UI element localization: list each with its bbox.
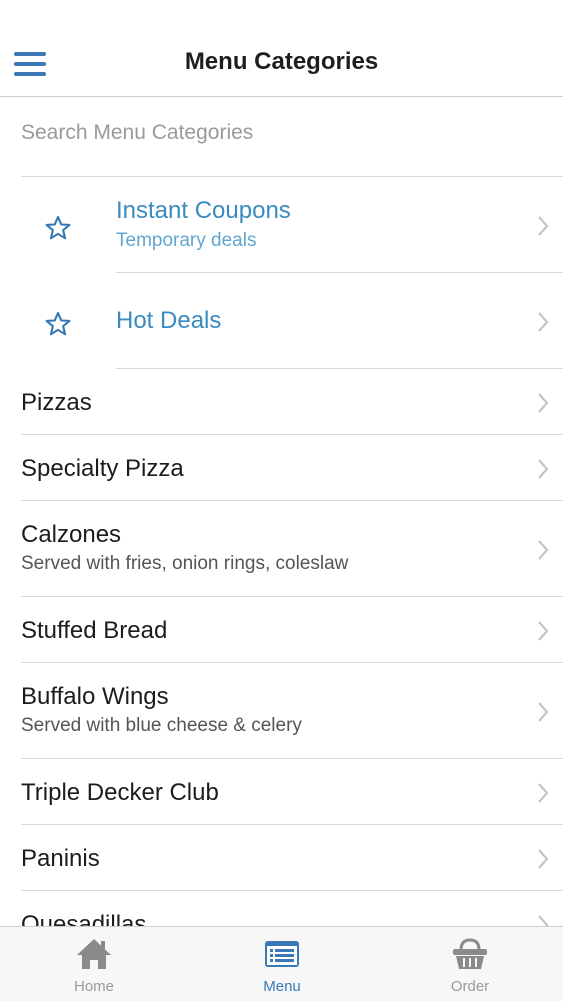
chevron-right-icon — [538, 393, 549, 413]
menu-list-icon — [265, 941, 299, 967]
category-title: Triple Decker Club — [21, 779, 219, 806]
category-item-paninis[interactable]: Paninis — [0, 825, 563, 891]
chevron-right-icon — [538, 783, 549, 803]
category-title: Calzones — [21, 521, 122, 548]
category-subtitle: Served with fries, onion rings, coleslaw — [21, 553, 349, 574]
star-icon — [45, 215, 71, 240]
category-item-calzones[interactable]: Calzones Served with fries, onion rings,… — [0, 501, 563, 597]
tab-label: Menu — [263, 978, 301, 995]
category-item-stuffed-bread[interactable]: Stuffed Bread — [0, 597, 563, 663]
category-title: Paninis — [21, 845, 100, 872]
star-icon — [45, 311, 71, 336]
featured-item-hot-deals[interactable]: Hot Deals — [0, 273, 563, 369]
basket-icon — [453, 938, 487, 969]
featured-item-title: Hot Deals — [116, 307, 222, 334]
nav-header: Menu Categories — [0, 0, 563, 97]
tab-label: Order — [450, 978, 490, 995]
search-bar — [21, 97, 563, 177]
tab-label: Home — [73, 978, 114, 995]
tab-menu[interactable]: Menu — [188, 927, 376, 1001]
category-item-specialty-pizza[interactable]: Specialty Pizza — [0, 435, 563, 501]
page-title: Menu Categories — [184, 48, 379, 75]
home-icon — [77, 939, 111, 969]
tab-order[interactable]: Order — [376, 927, 563, 1001]
chevron-right-icon — [538, 849, 549, 869]
category-title: Stuffed Bread — [21, 617, 168, 644]
tab-home[interactable]: Home — [0, 927, 188, 1001]
category-title: Specialty Pizza — [21, 455, 184, 482]
tab-bar: Home Menu Order — [0, 926, 563, 1001]
category-subtitle: Served with blue cheese & celery — [21, 715, 302, 736]
category-title: Buffalo Wings — [21, 683, 169, 710]
featured-item-subtitle: Temporary deals — [116, 230, 257, 251]
chevron-right-icon — [538, 459, 549, 479]
featured-item-instant-coupons[interactable]: Instant Coupons Temporary deals — [0, 177, 563, 273]
search-input[interactable] — [21, 121, 541, 145]
chevron-right-icon — [538, 702, 549, 722]
category-item-buffalo-wings[interactable]: Buffalo Wings Served with blue cheese & … — [0, 663, 563, 759]
category-item-pizzas[interactable]: Pizzas — [0, 369, 563, 435]
chevron-right-icon — [538, 540, 549, 560]
chevron-right-icon — [538, 312, 549, 332]
chevron-right-icon — [538, 216, 549, 236]
chevron-right-icon — [538, 621, 549, 641]
category-title: Pizzas — [21, 389, 92, 416]
category-item-triple-decker-club[interactable]: Triple Decker Club — [0, 759, 563, 825]
featured-item-title: Instant Coupons — [116, 197, 291, 224]
